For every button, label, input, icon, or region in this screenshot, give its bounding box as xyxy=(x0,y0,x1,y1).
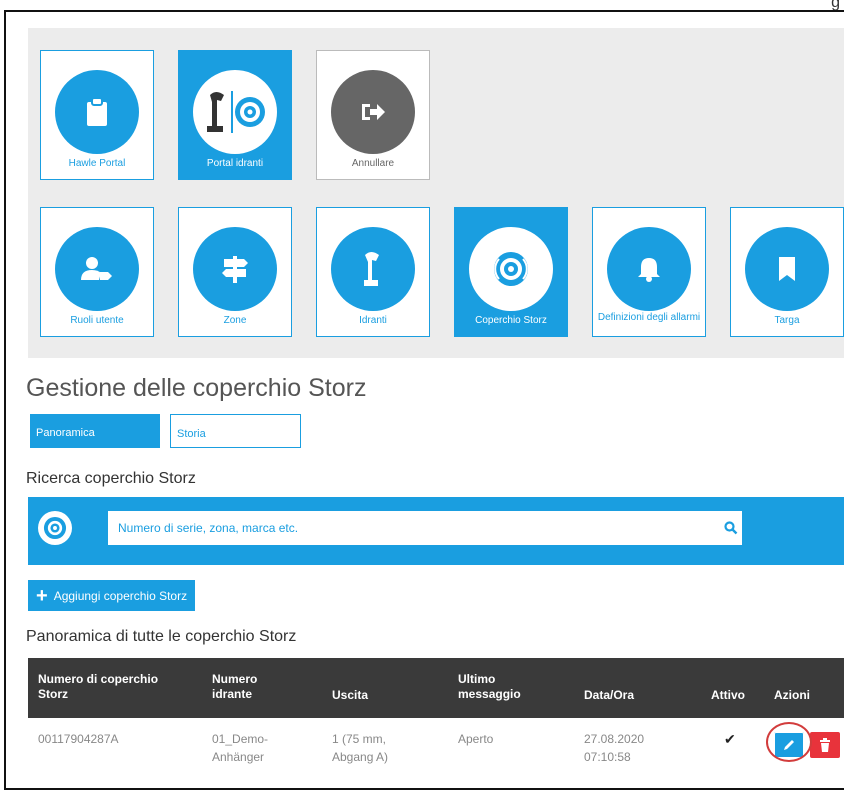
col-data[interactable]: Data/Ora xyxy=(584,688,634,703)
search-bar xyxy=(28,497,844,565)
tab-storia[interactable]: Storia xyxy=(170,414,301,448)
sign-out-icon xyxy=(331,70,415,154)
hydrant-icon xyxy=(331,227,415,311)
bell-icon xyxy=(607,227,691,311)
search-section-title: Ricerca coperchio Storz xyxy=(26,470,196,487)
tile-label: Zone xyxy=(223,315,247,326)
tile-hawle-portal[interactable]: Hawle Portal xyxy=(40,50,154,180)
app-frame: Hawle Portal Portal idranti Annullare Ru… xyxy=(4,10,844,790)
cell-numero: 00117904287A xyxy=(38,732,119,746)
search-icon[interactable] xyxy=(720,517,742,539)
signpost-icon xyxy=(193,227,277,311)
plus-icon: + xyxy=(36,584,48,607)
add-button-label: Aggiungi coperchio Storz xyxy=(53,588,188,603)
tile-targa[interactable]: Targa xyxy=(730,207,844,337)
tile-label: Definizioni degli allarmi xyxy=(597,312,701,323)
col-azioni: Azioni xyxy=(774,688,810,702)
col-messaggio[interactable]: Ultimo messaggio xyxy=(458,672,538,702)
bookmark-icon xyxy=(745,227,829,311)
tile-definizioni-allarmi[interactable]: Definizioni degli allarmi xyxy=(592,207,706,337)
trash-icon xyxy=(820,738,830,752)
page-title: Gestione delle coperchio Storz xyxy=(26,374,367,402)
tile-menu: Hawle Portal Portal idranti Annullare Ru… xyxy=(28,28,844,358)
tile-label: Coperchio Storz xyxy=(475,315,547,326)
tile-coperchio-storz[interactable]: Coperchio Storz xyxy=(454,207,568,337)
tile-ruoli-utente[interactable]: Ruoli utente xyxy=(40,207,154,337)
active-check-icon: ✔ xyxy=(724,731,736,747)
cell-data: 27.08.2020 07:10:58 xyxy=(584,732,645,764)
delete-button[interactable] xyxy=(810,732,840,758)
tile-annullare[interactable]: Annullare xyxy=(316,50,430,180)
cell-uscita: 1 (75 mm, Abgang A) xyxy=(332,732,389,764)
col-uscita[interactable]: Uscita xyxy=(332,688,368,703)
col-numero[interactable]: Numero di coperchio Storz xyxy=(38,672,188,702)
storz-cover-icon xyxy=(38,511,72,545)
tile-zone[interactable]: Zone xyxy=(178,207,292,337)
add-storz-cover-button[interactable]: + Aggiungi coperchio Storz xyxy=(28,580,196,611)
table-header: Numero di coperchio Storz Numero idrante… xyxy=(28,658,844,718)
table-row: 00117904287A 01_Demo-Anhänger 1 (75 mm, … xyxy=(28,718,844,778)
tile-label: Hawle Portal xyxy=(68,158,126,169)
tile-label: Ruoli utente xyxy=(70,315,124,326)
clipboard-icon xyxy=(55,70,139,154)
pencil-icon xyxy=(784,740,794,750)
table-title: Panoramica di tutte le coperchio Storz xyxy=(26,628,297,645)
col-idrante[interactable]: Numero idrante xyxy=(212,672,292,702)
tile-label: Idranti xyxy=(359,315,387,326)
search-input[interactable] xyxy=(108,511,742,545)
tile-idranti[interactable]: Idranti xyxy=(316,207,430,337)
col-attivo[interactable]: Attivo xyxy=(711,688,745,703)
tab-panoramica[interactable]: Panoramica xyxy=(30,414,160,448)
cell-messaggio: Aperto xyxy=(458,732,494,746)
edit-button[interactable] xyxy=(774,732,804,758)
tile-label: Annullare xyxy=(351,158,395,169)
hydrant-logo-icon xyxy=(193,70,277,154)
cell-idrante: 01_Demo-Anhänger xyxy=(212,732,269,764)
storz-cover-icon xyxy=(469,227,553,311)
user-tag-icon xyxy=(55,227,139,311)
tile-label: Targa xyxy=(774,315,800,326)
tile-label: Portal idranti xyxy=(206,158,264,169)
tile-portal-idranti[interactable]: Portal idranti xyxy=(178,50,292,180)
